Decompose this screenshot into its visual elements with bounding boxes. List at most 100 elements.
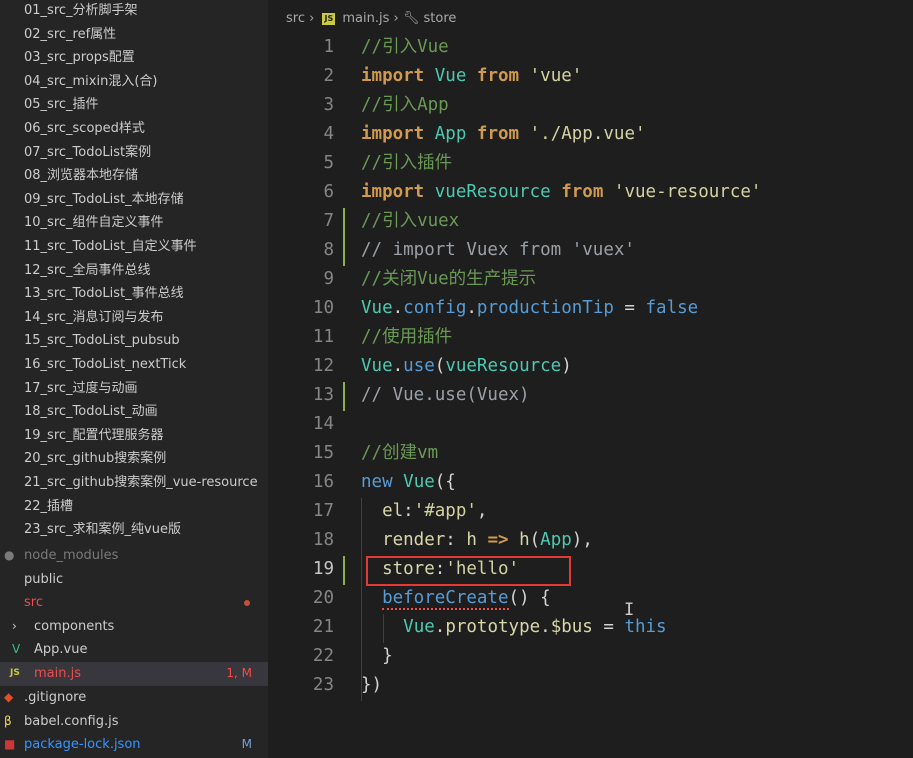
tree-item-folder[interactable]: 19_src_配置代理服务器	[0, 424, 268, 448]
tree-item-package-lock[interactable]: ■ package-lock.json M	[0, 733, 268, 757]
tree-item-label: 15_src_TodoList_pubsub	[24, 333, 180, 349]
tree-item-folder[interactable]: 09_src_TodoList_本地存储	[0, 188, 268, 212]
tree-item-label: 13_src_TodoList_事件总线	[24, 286, 184, 302]
code-line[interactable]: 16 new Vue({	[268, 468, 913, 497]
modified-dot-icon	[244, 600, 250, 606]
tree-item-label: 14_src_消息订阅与发布	[24, 309, 164, 325]
line-number: 19	[312, 559, 334, 579]
tree-item-public[interactable]: public	[0, 568, 268, 592]
code-token: ),	[571, 530, 593, 550]
code-editor[interactable]: src › JS main.js › 🔧︎ store 1 //引入Vue 2 imp…	[268, 0, 913, 758]
code-line[interactable]: 19 store:'hello'	[268, 555, 913, 584]
wrench-icon: 🔧︎	[402, 11, 420, 26]
tree-item-folder[interactable]: 03_src_props配置	[0, 46, 268, 70]
code-token: './App.vue'	[529, 124, 646, 144]
tree-item-folder[interactable]: 02_src_ref属性	[0, 23, 268, 47]
code-line[interactable]: 14	[268, 410, 913, 439]
breadcrumb-symbol[interactable]: store	[424, 11, 457, 26]
code-line[interactable]: 5 //引入插件	[268, 149, 913, 178]
tree-item-folder[interactable]: 21_src_github搜索案例_vue-resource	[0, 471, 268, 495]
code-token: }	[361, 646, 393, 666]
code-line[interactable]: 11 //使用插件	[268, 323, 913, 352]
tree-item-folder[interactable]: 23_src_求和案例_纯vue版	[0, 518, 268, 542]
code-line[interactable]: 20 beforeCreate() {	[268, 584, 913, 613]
tree-item-node-modules[interactable]: ● node_modules	[0, 544, 268, 568]
breadcrumb-file[interactable]: main.js	[342, 11, 389, 26]
tree-item-folder[interactable]: 16_src_TodoList_nextTick	[0, 353, 268, 377]
breadcrumb: src › JS main.js › 🔧︎ store	[268, 8, 456, 30]
code-token: new	[361, 472, 393, 492]
tree-item-folder[interactable]: 22_插槽	[0, 495, 268, 519]
tree-item-folder[interactable]: 13_src_TodoList_事件总线	[0, 282, 268, 306]
git-gutter-modified	[343, 382, 345, 411]
code-line[interactable]: 21 Vue.prototype.$bus = this	[268, 613, 913, 642]
code-line[interactable]: 13 // Vue.use(Vuex)	[268, 381, 913, 410]
tree-item-main-js[interactable]: JS main.js 1, M	[0, 662, 268, 686]
code-line[interactable]: 8 // import Vuex from 'vuex'	[268, 236, 913, 265]
code-token: :	[403, 501, 414, 521]
tree-item-label: 02_src_ref属性	[24, 26, 117, 42]
code-token: Vue	[361, 298, 393, 318]
code-token: App	[540, 530, 572, 550]
code-token: )	[561, 356, 572, 376]
tree-item-folder[interactable]: 20_src_github搜索案例	[0, 447, 268, 471]
code-token: el	[382, 501, 404, 521]
tree-item-folder[interactable]: 04_src_mixin混入(合)	[0, 70, 268, 94]
tree-item-folder[interactable]: 15_src_TodoList_pubsub	[0, 329, 268, 353]
tree-item-label: 04_src_mixin混入(合)	[24, 73, 158, 89]
line-number: 16	[312, 472, 334, 492]
code-line[interactable]: 2 import Vue from 'vue'	[268, 62, 913, 91]
text-cursor-icon: I	[624, 600, 635, 620]
tree-item-folder[interactable]: 18_src_TodoList_动画	[0, 400, 268, 424]
code-token: import	[361, 66, 425, 86]
code-line[interactable]: 12 Vue.use(vueResource)	[268, 352, 913, 381]
tree-item-src[interactable]: src	[0, 591, 268, 615]
code-line[interactable]: 17 el:'#app',	[268, 497, 913, 526]
line-number: 11	[312, 327, 334, 347]
code-text: beforeCreate() {	[361, 584, 551, 613]
code-token: //关闭Vue的生产提示	[361, 269, 537, 289]
chevron-right-icon: ›	[309, 11, 319, 26]
breadcrumb-folder[interactable]: src	[286, 11, 305, 26]
line-number: 23	[312, 675, 334, 695]
code-token: //引入App	[361, 95, 449, 115]
tree-item-folder[interactable]: 11_src_TodoList_自定义事件	[0, 235, 268, 259]
tree-item-folder[interactable]: 12_src_全局事件总线	[0, 259, 268, 283]
code-token: =	[592, 617, 625, 637]
vue-file-icon: V	[12, 642, 21, 656]
tree-item-folder[interactable]: 01_src_分析脚手架	[0, 0, 268, 23]
code-line[interactable]: 23})	[268, 671, 913, 700]
code-line[interactable]: 4 import App from './App.vue'	[268, 120, 913, 149]
tree-item-label: 07_src_TodoList案例	[24, 144, 152, 160]
tree-item-app-vue[interactable]: V App.vue	[0, 638, 268, 662]
code-line[interactable]: 15 //创建vm	[268, 439, 913, 468]
js-file-icon: JS	[322, 12, 336, 25]
tree-item-folder[interactable]: 17_src_过度与动画	[0, 377, 268, 401]
code-line[interactable]: 7 //引入vuex	[268, 207, 913, 236]
line-number: 22	[312, 646, 334, 666]
code-token: .	[392, 356, 404, 376]
tree-item-folder[interactable]: 07_src_TodoList案例	[0, 141, 268, 165]
code-line[interactable]: 1 //引入Vue	[268, 33, 913, 62]
tree-item-folder[interactable]: 14_src_消息订阅与发布	[0, 306, 268, 330]
tree-item-babel-config[interactable]: β babel.config.js	[0, 710, 268, 734]
tree-item-folder[interactable]: 05_src_插件	[0, 93, 268, 117]
tree-item-folder[interactable]: 08_浏览器本地存储	[0, 164, 268, 188]
tree-item-components[interactable]: › components	[0, 615, 268, 639]
code-line[interactable]: 18 render: h => h(App),	[268, 526, 913, 555]
tree-item-label: 05_src_插件	[24, 97, 99, 113]
tree-item-folder[interactable]: 10_src_组件自定义事件	[0, 211, 268, 235]
code-line[interactable]: 3 //引入App	[268, 91, 913, 120]
tree-item-folder[interactable]: 06_src_scoped样式	[0, 117, 268, 141]
code-text: Vue.config.productionTip = false	[361, 294, 698, 323]
code-line[interactable]: 6 import vueResource from 'vue-resource'	[268, 178, 913, 207]
code-token: render	[382, 530, 446, 550]
tree-item-gitignore[interactable]: ◆ .gitignore	[0, 686, 268, 710]
code-line[interactable]: 22 }	[268, 642, 913, 671]
code-line[interactable]: 9 //关闭Vue的生产提示	[268, 265, 913, 294]
code-line[interactable]: 10 Vue.config.productionTip = false	[268, 294, 913, 323]
